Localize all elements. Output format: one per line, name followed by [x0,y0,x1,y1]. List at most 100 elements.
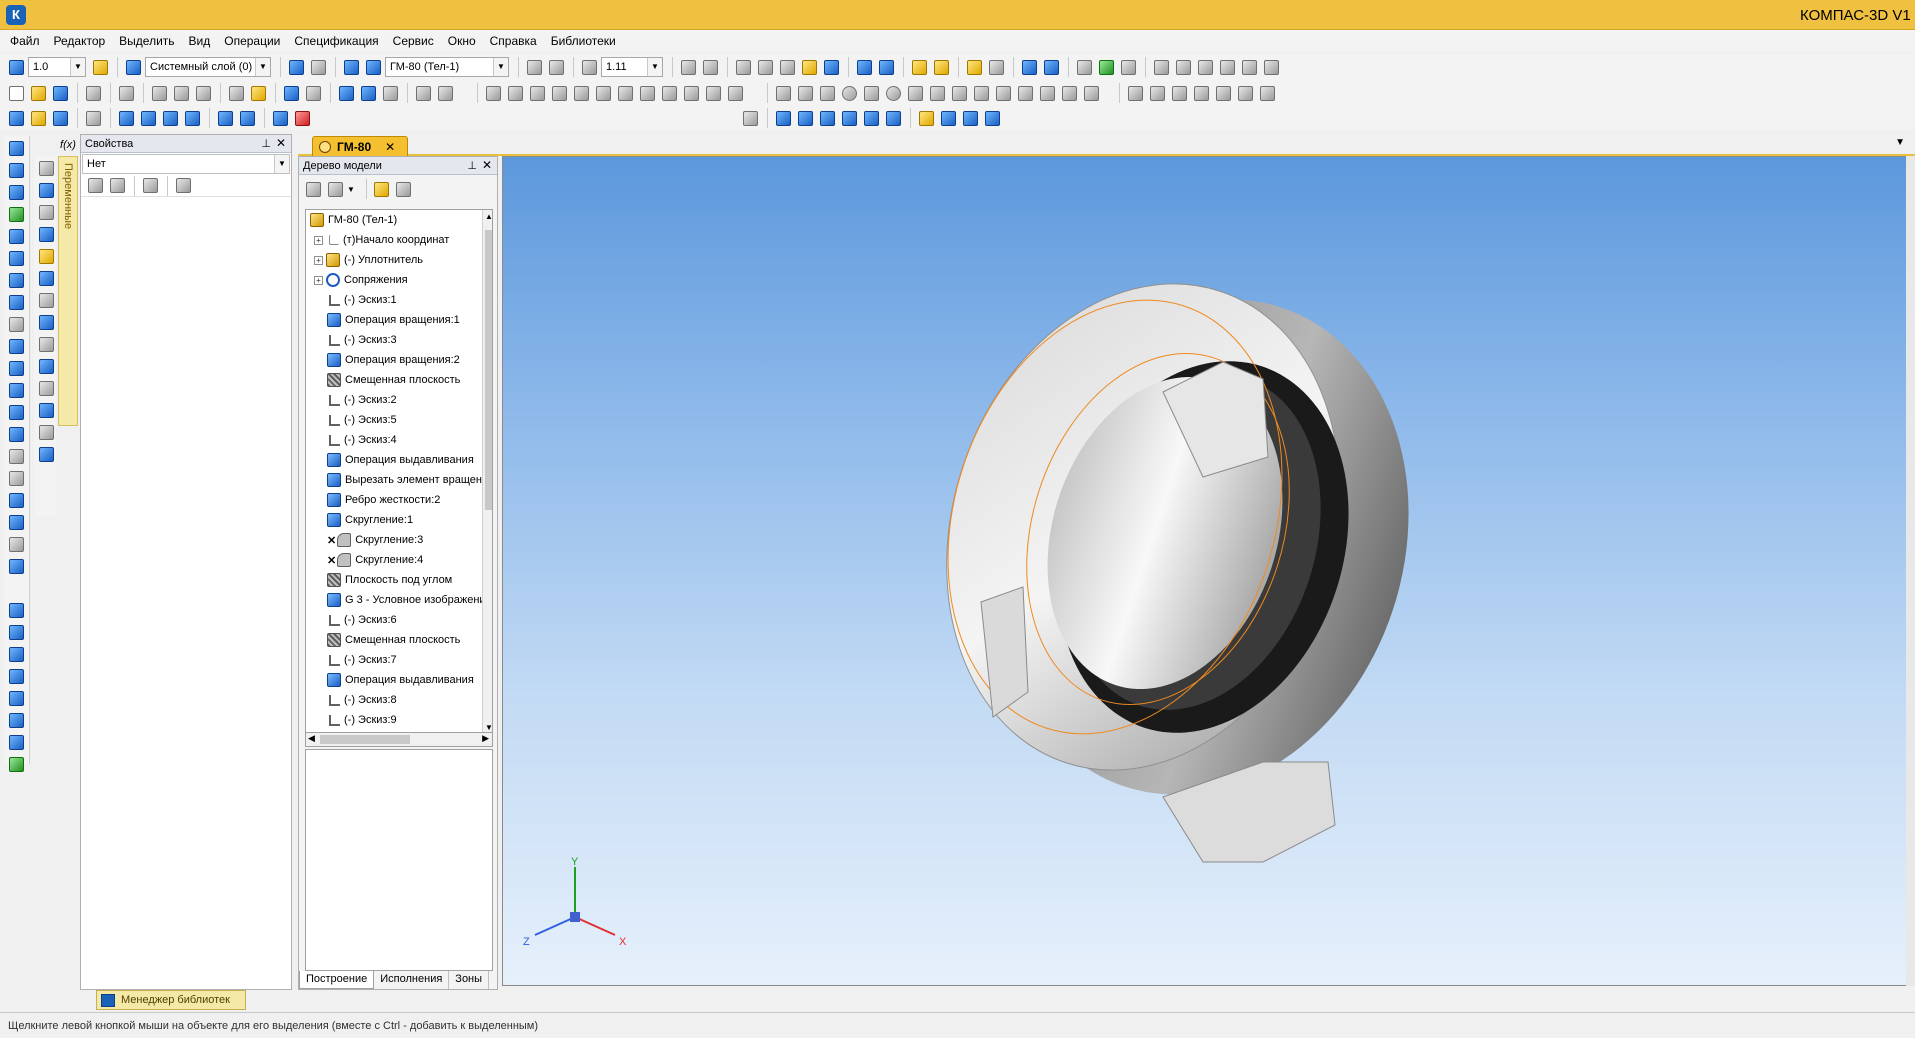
display-icon[interactable] [1074,57,1094,77]
fillet-op-icon[interactable] [6,314,26,334]
edit-tool-4-icon[interactable] [549,83,569,103]
tree-item[interactable]: ✕ Скругление:3 [306,530,492,550]
tree-item[interactable]: Смещенная плоскость [306,630,492,650]
copy-layer-icon[interactable] [308,57,328,77]
spline-icon[interactable] [905,83,925,103]
incline-icon[interactable] [6,424,26,444]
selection-combo[interactable]: Нет ▼ [82,154,290,174]
fx-icon[interactable]: f(x) [58,136,78,154]
tree-structure-icon[interactable] [303,179,323,199]
edit-tool-6-icon[interactable] [593,83,613,103]
mode-1-icon[interactable] [6,108,26,128]
rib-icon[interactable] [6,380,26,400]
paste-icon[interactable] [193,83,213,103]
kinematic-icon[interactable] [6,182,26,202]
macro1-icon[interactable] [1151,57,1171,77]
expand-icon[interactable]: + [314,255,323,265]
help-icon[interactable] [435,83,455,103]
constraint-4-icon[interactable] [1191,83,1211,103]
table-icon[interactable] [358,83,378,103]
constraint-1-icon[interactable] [1125,83,1145,103]
chamfer-icon[interactable] [949,83,969,103]
kompas-app-icon[interactable]: К [6,5,26,25]
edit-tool-7-icon[interactable] [615,83,635,103]
chevron-down-icon[interactable]: ▼ [347,185,355,194]
expand-icon[interactable]: + [314,275,323,285]
shell-icon[interactable] [6,402,26,422]
view-top-icon[interactable] [817,108,837,128]
tab-zones[interactable]: Зоны [449,971,490,989]
split-icon[interactable] [6,468,26,488]
print-icon[interactable] [83,83,103,103]
variables-side-tab[interactable]: Переменные [58,156,78,426]
view-back-icon[interactable] [795,108,815,128]
plane-op-8-icon[interactable] [6,754,26,774]
point-icon[interactable] [773,83,793,103]
chevron-down-icon[interactable]: ▼ [493,58,508,76]
tree-item[interactable]: Скругление:1 [306,510,492,530]
section-icon[interactable] [1019,57,1039,77]
menu-select[interactable]: Выделить [119,34,174,48]
filter2-icon[interactable] [876,57,896,77]
array-circle-icon[interactable] [6,556,26,576]
tree-item[interactable]: Операция выдавливания [306,450,492,470]
tab-build[interactable]: Построение [299,971,375,989]
new-file-icon[interactable] [6,83,26,103]
menu-editor[interactable]: Редактор [54,34,106,48]
edit-tool-3-icon[interactable] [527,83,547,103]
expand-icon[interactable]: + [314,235,323,245]
chevron-down-icon[interactable]: ▼ [647,58,662,76]
zoom-all-icon[interactable] [546,57,566,77]
chevron-down-icon[interactable]: ▼ [274,155,289,173]
menu-file[interactable]: Файл [10,34,40,48]
array-icon[interactable] [6,534,26,554]
zoom-window-icon[interactable] [524,57,544,77]
macro6-icon[interactable] [1261,57,1281,77]
menu-operations[interactable]: Операции [224,34,280,48]
undo-icon[interactable] [281,83,301,103]
mode-6-icon[interactable] [138,108,158,128]
tree-horizontal-scrollbar[interactable]: ◀ ▶ [305,733,493,747]
model-viewport[interactable]: Y X Z [502,156,1908,986]
coupling-head-model[interactable] [886,232,1471,863]
step-toggle-icon[interactable] [90,57,110,77]
redo-icon[interactable] [303,83,323,103]
segment-icon[interactable] [817,83,837,103]
text-style-icon[interactable] [1118,57,1138,77]
hatch-icon[interactable] [1081,83,1101,103]
fillet-icon[interactable] [971,83,991,103]
properties-toggle-icon[interactable] [964,57,984,77]
edit-tool-1-icon[interactable] [483,83,503,103]
tool-k-icon[interactable] [36,378,56,398]
tool-g-icon[interactable] [36,290,56,310]
constraint-3-icon[interactable] [1169,83,1189,103]
menu-view[interactable]: Вид [189,34,211,48]
view-plane-icon[interactable] [740,108,760,128]
plane-op-3-icon[interactable] [6,644,26,664]
tool-b-icon[interactable] [36,180,56,200]
part-icon[interactable] [909,57,929,77]
tool-d-icon[interactable] [36,224,56,244]
tab-list-chevron-icon[interactable]: ▼ [1895,137,1905,148]
scroll-down-icon[interactable]: ▼ [485,723,492,732]
scroll-right-icon[interactable]: ▶ [482,733,489,744]
plane-op-1-icon[interactable] [6,600,26,620]
close-icon[interactable]: ✕ [482,158,492,172]
tree-item[interactable]: (-) Эскиз:3 [306,330,492,350]
tree-view-mode-icon[interactable] [325,179,345,199]
preview-icon[interactable] [116,83,136,103]
contour-icon[interactable] [1037,83,1057,103]
rotate-icon[interactable] [678,57,698,77]
ellipse-icon[interactable] [883,83,903,103]
measure-icon[interactable] [341,57,361,77]
scroll-up-icon[interactable]: ▲ [485,212,492,221]
shaded-icon[interactable] [799,57,819,77]
pin-icon[interactable]: ⊥ [467,159,477,172]
assembly-icon[interactable] [931,57,951,77]
rectangle-icon[interactable] [993,83,1013,103]
manager-icon[interactable] [336,83,356,103]
tree-icon[interactable] [286,57,306,77]
view-iso-3-icon[interactable] [960,108,980,128]
edit-tool-8-icon[interactable] [637,83,657,103]
tool-l-icon[interactable] [36,400,56,420]
